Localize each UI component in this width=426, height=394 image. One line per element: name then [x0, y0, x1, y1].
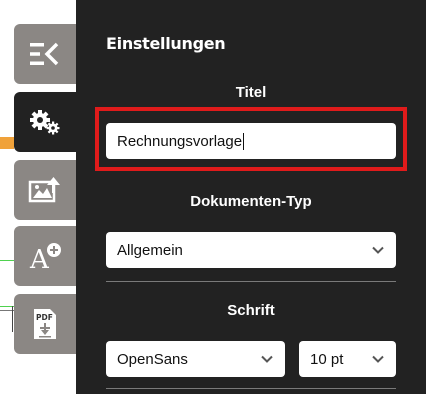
chevron-down-icon [371, 243, 385, 257]
settings-panel: Einstellungen Titel Rechnungsvorlage Dok… [76, 0, 426, 394]
add-text-icon: A [28, 241, 62, 271]
doctype-select-value: Allgemein [117, 241, 183, 259]
add-text-button[interactable]: A [14, 226, 76, 286]
section-divider [106, 388, 396, 389]
font-family-select-value: OpenSans [117, 350, 188, 368]
chevron-down-icon [260, 352, 274, 366]
title-section-label: Titel [235, 84, 267, 101]
text-caret [243, 132, 245, 150]
doctype-section-label: Dokumenten-Typ [190, 193, 312, 210]
svg-text:A: A [29, 245, 50, 271]
image-upload-icon [28, 176, 62, 204]
settings-gears-icon [28, 109, 62, 135]
pdf-icon-text: PDF [36, 313, 53, 322]
image-upload-button[interactable] [14, 160, 76, 220]
editor-toolbar: A PDF [14, 0, 76, 394]
section-divider [106, 281, 396, 282]
canvas-orange-bar [0, 137, 14, 149]
font-size-select-value: 10 pt [310, 350, 344, 368]
font-size-select[interactable]: 10 pt [299, 341, 396, 377]
canvas-vertical-line [12, 306, 13, 332]
title-input[interactable]: Rechnungsvorlage [106, 123, 396, 159]
chevron-down-icon [371, 352, 385, 366]
panel-title: Einstellungen [106, 34, 226, 53]
pdf-download-button[interactable]: PDF [14, 294, 76, 354]
pdf-download-icon: PDF [30, 307, 60, 341]
doctype-select[interactable]: Allgemein [106, 232, 396, 268]
title-input-value: Rechnungsvorlage [117, 132, 243, 150]
collapse-panel-icon [28, 41, 62, 67]
canvas-green-line [0, 260, 14, 261]
font-section-label: Schrift [227, 302, 275, 319]
collapse-panel-button[interactable] [14, 24, 76, 84]
font-family-select[interactable]: OpenSans [106, 341, 285, 377]
settings-button[interactable] [14, 92, 76, 152]
